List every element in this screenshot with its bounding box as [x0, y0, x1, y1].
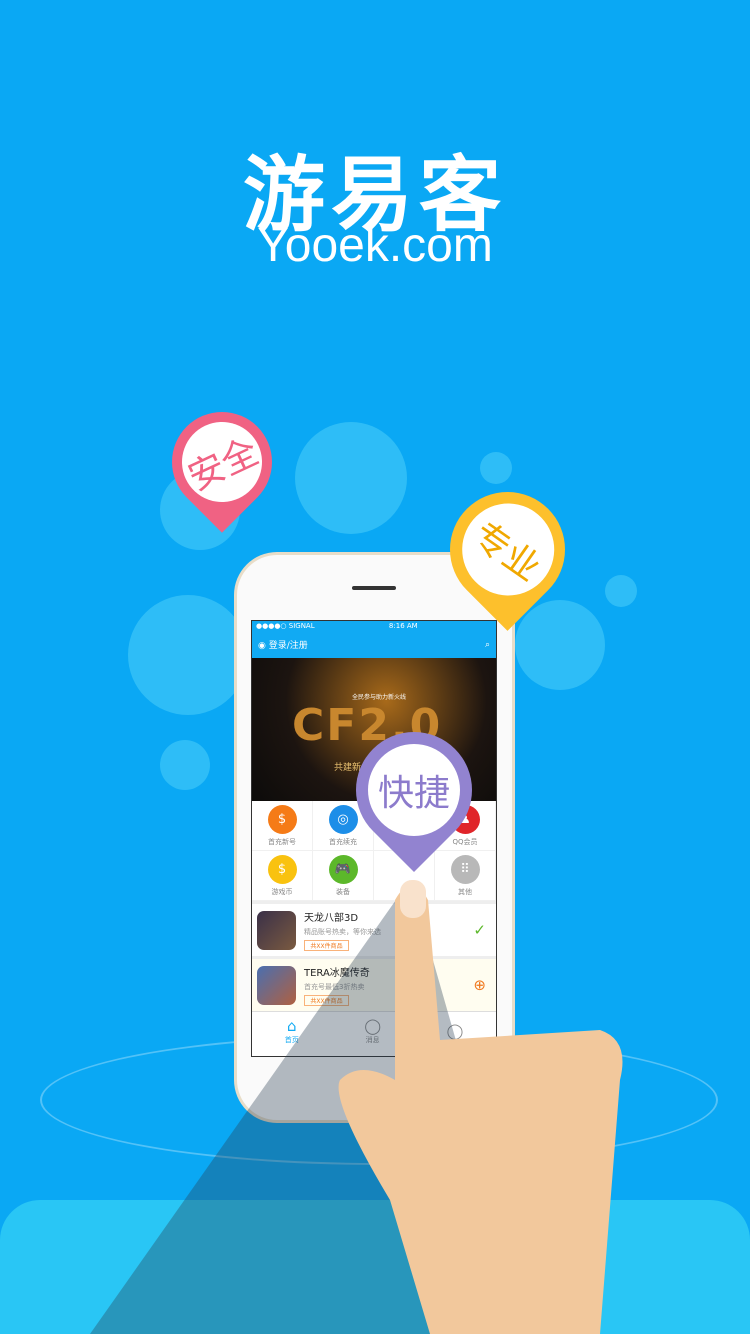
hand-illustration: [338, 880, 623, 1334]
